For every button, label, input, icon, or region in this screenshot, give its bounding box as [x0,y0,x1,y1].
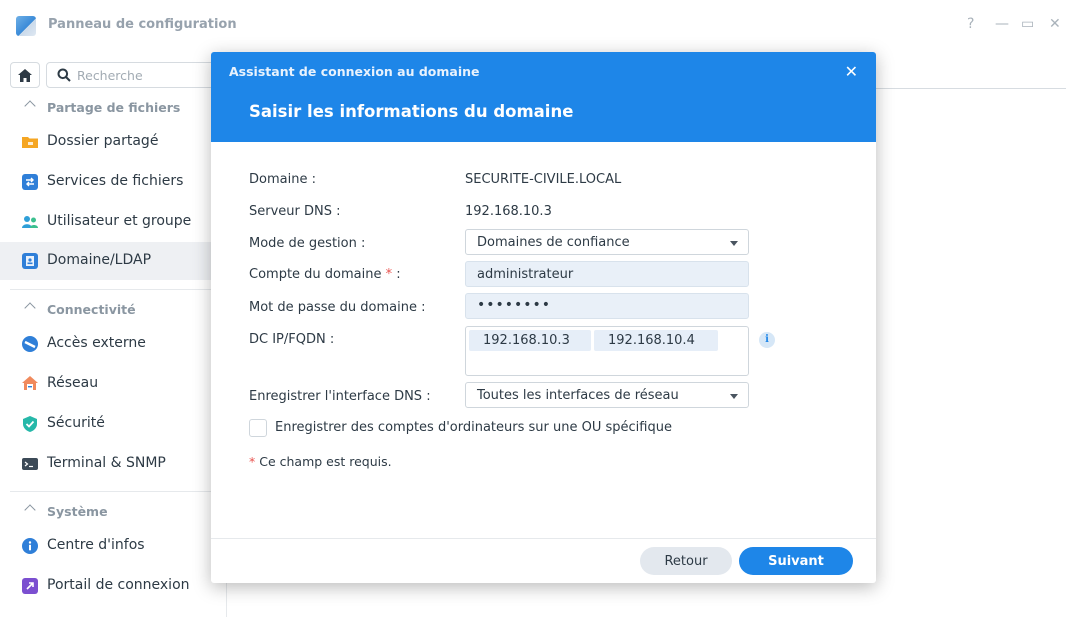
home-icon [18,68,32,82]
sidebar-item-login-portal[interactable]: Portail de connexion [0,567,226,605]
sidebar-item-label: Utilisateur et groupe [47,213,192,229]
required-asterisk: * [249,454,256,469]
register-ou-label[interactable]: Enregistrer des comptes d'ordinateurs su… [275,420,672,435]
sidebar-item-label: Accès externe [47,335,146,351]
sidebar-item-label: Sécurité [47,415,105,431]
sidebar-item-info-center[interactable]: Centre d'infos [0,527,226,565]
required-note: * Ce champ est requis. [249,454,392,469]
users-icon [22,216,38,228]
domain-account-input[interactable]: administrateur [465,261,749,287]
domain-value: SECURITE-CIVILE.LOCAL [465,172,622,187]
domain-account-value: administrateur [477,267,574,282]
next-button[interactable]: Suivant [739,547,853,575]
dc-ip-fqdn-field[interactable]: 192.168.10.3 192.168.10.4 [465,326,749,376]
domain-label: Domaine : [249,172,316,187]
login-portal-icon [22,578,38,594]
info-icon[interactable]: i [759,332,775,348]
title-bar: Panneau de configuration ? — ▭ ✕ [0,0,1077,52]
home-button[interactable] [10,62,40,88]
chevron-up-icon [24,100,36,112]
management-mode-value: Domaines de confiance [477,235,630,250]
chevron-up-icon [24,504,36,516]
section-file-sharing[interactable]: Partage de fichiers [0,94,226,122]
control-panel-app-icon [16,16,36,36]
search-icon [57,68,71,82]
sidebar-item-shared-folder[interactable]: Dossier partagé [0,123,226,161]
sidebar: Partage de fichiers Dossier partagé Serv… [0,52,227,617]
sidebar-item-network[interactable]: Réseau [0,365,226,403]
domain-ldap-icon [22,253,38,269]
dc-tag[interactable]: 192.168.10.3 [469,330,591,351]
domain-account-label-text: Compte du domaine [249,267,382,282]
section-label: Partage de fichiers [47,100,181,115]
chevron-down-icon [730,394,738,399]
window-title: Panneau de configuration [48,17,237,32]
sidebar-item-security[interactable]: Sécurité [0,405,226,443]
security-shield-icon [23,416,37,432]
dns-server-label: Serveur DNS : [249,204,341,219]
maximize-button[interactable]: ▭ [1021,16,1034,32]
dns-server-value: 192.168.10.3 [465,204,552,219]
search-box[interactable] [46,62,216,88]
label-colon: : [396,267,401,282]
sidebar-item-label: Centre d'infos [47,537,145,553]
required-asterisk: * [385,267,393,282]
sidebar-item-label: Terminal & SNMP [47,455,166,471]
section-connectivity[interactable]: Connectivité [0,296,226,324]
dns-interface-value: Toutes les interfaces de réseau [477,388,679,403]
dialog-title: Assistant de connexion au domaine [229,64,480,79]
dns-interface-label: Enregistrer l'interface DNS : [249,389,431,404]
search-input[interactable] [77,66,207,84]
sidebar-item-label: Réseau [47,375,99,391]
sidebar-item-label: Portail de connexion [47,577,190,593]
terminal-icon [22,458,38,470]
file-services-icon [22,174,38,190]
sidebar-item-file-services[interactable]: Services de fichiers [0,163,226,201]
chevron-down-icon [730,241,738,246]
management-mode-select[interactable]: Domaines de confiance [465,229,749,255]
required-note-text: Ce champ est requis. [259,454,392,469]
register-ou-checkbox[interactable] [249,419,267,437]
management-mode-label: Mode de gestion : [249,236,366,251]
info-center-icon [22,538,38,554]
dialog-header: Assistant de connexion au domaine ✕ Sais… [211,52,876,142]
chevron-up-icon [24,302,36,314]
domain-account-label: Compte du domaine * : [249,267,401,282]
domain-password-input[interactable]: •••••••• [465,293,749,319]
domain-password-label: Mot de passe du domaine : [249,300,426,315]
help-button[interactable]: ? [967,16,974,32]
password-mask: •••••••• [477,297,552,313]
content-header-divider [876,88,1066,89]
step-title: Saisir les informations du domaine [249,102,574,121]
back-button[interactable]: Retour [640,547,732,575]
sidebar-item-terminal-snmp[interactable]: Terminal & SNMP [0,445,226,483]
dns-interface-select[interactable]: Toutes les interfaces de réseau [465,382,749,408]
section-divider [10,289,216,290]
sidebar-item-users-groups[interactable]: Utilisateur et groupe [0,203,226,241]
section-system[interactable]: Système [0,498,226,526]
dc-ip-fqdn-label: DC IP/FQDN : [249,332,335,347]
dialog-footer-divider [211,538,876,539]
dialog-close-button[interactable]: ✕ [845,62,858,81]
external-access-icon [22,336,38,352]
dc-tag[interactable]: 192.168.10.4 [594,330,718,351]
minimize-button[interactable]: — [995,16,1009,32]
section-divider [10,491,216,492]
sidebar-item-external-access[interactable]: Accès externe [0,325,226,363]
section-label: Connectivité [47,302,136,317]
sidebar-item-label: Dossier partagé [47,133,159,149]
domain-join-wizard-dialog: Assistant de connexion au domaine ✕ Sais… [211,52,876,583]
network-house-icon [22,376,38,390]
sidebar-item-label: Services de fichiers [47,173,184,189]
close-window-button[interactable]: ✕ [1049,16,1061,32]
sidebar-item-domain-ldap[interactable]: Domaine/LDAP [0,242,226,280]
sidebar-item-label: Domaine/LDAP [47,252,152,268]
section-label: Système [47,504,108,519]
folder-icon [22,137,38,148]
